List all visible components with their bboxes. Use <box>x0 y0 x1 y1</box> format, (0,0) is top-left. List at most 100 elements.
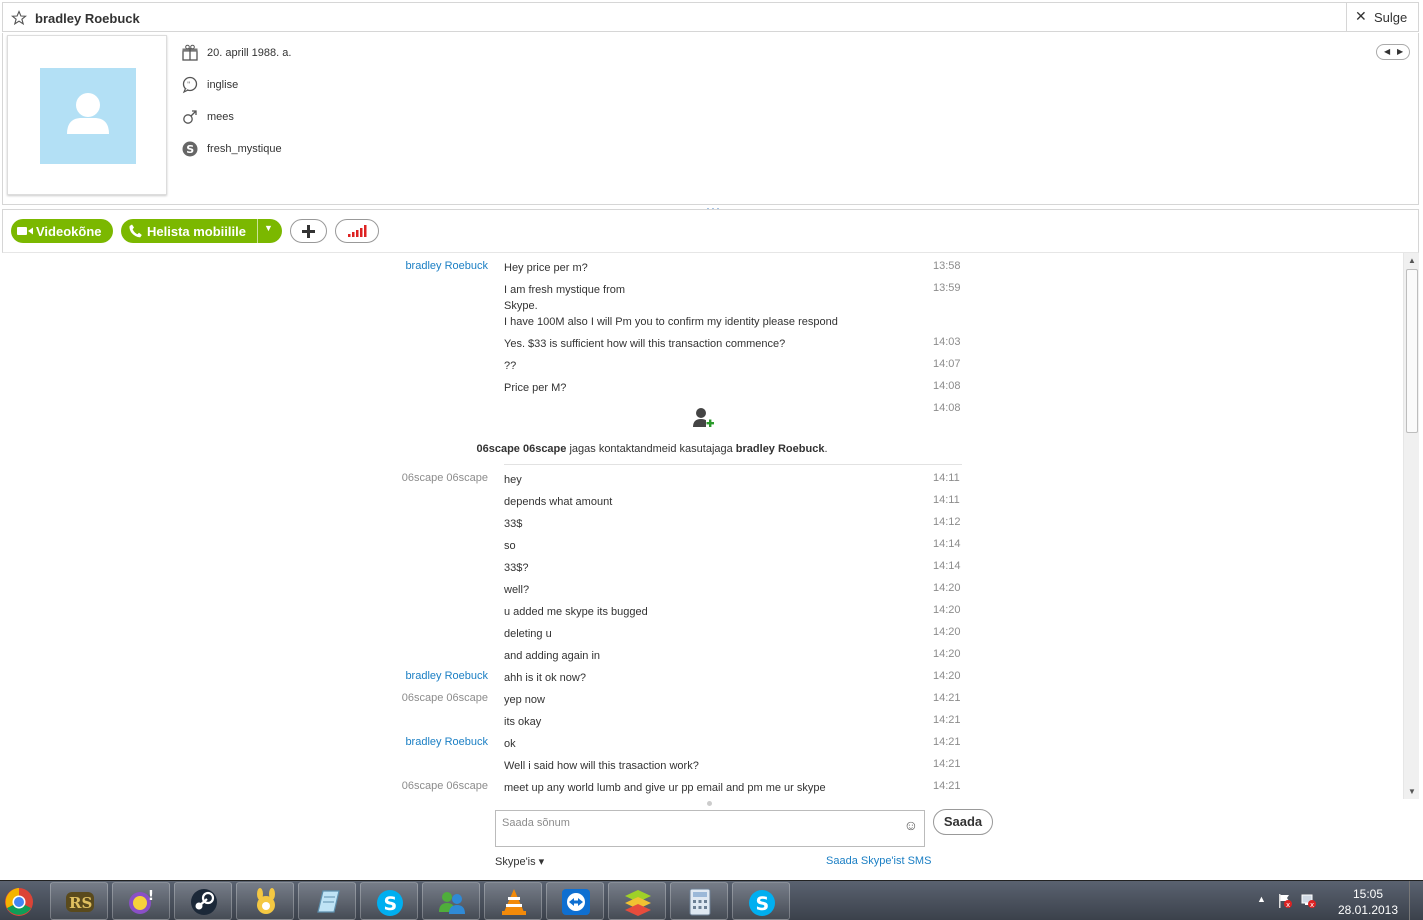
message-sender[interactable]: 06scape 06scape <box>402 692 488 704</box>
calculator-taskbar-button[interactable] <box>670 882 728 920</box>
live-messenger-icon <box>439 892 465 914</box>
chrome-taskbar-button[interactable] <box>0 882 44 920</box>
skype-active-taskbar-button[interactable]: S <box>732 882 790 920</box>
resize-dot <box>707 801 712 806</box>
message-text: depends what amount <box>504 496 613 508</box>
clock[interactable]: 15:05 28.01.2013 <box>1333 886 1403 918</box>
message-input[interactable]: Saada sõnum ☺ <box>495 810 925 847</box>
message-time: 14:21 <box>933 736 961 748</box>
message-sender[interactable]: bradley Roebuck <box>405 670 488 682</box>
add-button[interactable] <box>290 219 327 243</box>
video-call-button[interactable]: Videokõne <box>11 219 113 243</box>
message-history[interactable]: 06scape 06scape jagas kontaktandmeid kas… <box>2 253 1403 798</box>
message-text: its okay <box>504 716 542 728</box>
message-row: u added me skype its bugged 14:20 <box>2 602 1002 620</box>
action-center-flag-icon[interactable]: x <box>1277 893 1293 909</box>
message-row: and adding again in 14:20 <box>2 646 1002 664</box>
favorite-star-icon[interactable] <box>11 10 27 26</box>
skype-taskbar-button[interactable]: S <box>360 882 418 920</box>
steam-taskbar-button[interactable] <box>174 882 232 920</box>
network-icon[interactable]: x <box>1301 893 1317 909</box>
teamviewer-taskbar-button[interactable] <box>546 882 604 920</box>
message-time: 14:21 <box>933 692 961 704</box>
message-time: 14:12 <box>933 516 961 528</box>
male-symbol-icon <box>183 110 197 124</box>
message-row: Yes. $33 is sufficient how will this tra… <box>2 334 1002 352</box>
message-row: its okay 14:21 <box>2 712 1002 730</box>
conversation-header: bradley Roebuck ✕ Sulge <box>2 2 1419 32</box>
svg-text:RS: RS <box>69 894 92 912</box>
message-time: 14:21 <box>933 714 961 726</box>
phone-icon <box>129 224 142 238</box>
send-sms-link[interactable]: Saada Skype'ist SMS <box>826 855 931 867</box>
send-button[interactable]: Saada <box>933 809 993 835</box>
clock-date: 28.01.2013 <box>1337 903 1399 917</box>
message-time: 14:21 <box>933 758 961 770</box>
message-time: 14:08 <box>933 402 961 414</box>
avatar-frame <box>7 35 167 195</box>
message-time: 14:14 <box>933 538 961 550</box>
runescape-taskbar-button[interactable]: RS <box>50 882 108 920</box>
steam-icon <box>191 889 217 915</box>
call-toolbar: Videokõne Helista mobiilile ▼ <box>2 209 1419 253</box>
yahoo-messenger-icon: ! <box>129 889 154 914</box>
message-row: depends what amount 14:11 <box>2 492 1002 510</box>
skype-logo-icon: S <box>182 141 198 157</box>
video-call-label: Videokõne <box>36 224 102 239</box>
message-time: 14:03 <box>933 336 961 348</box>
gender-text: mees <box>207 111 234 123</box>
message-text: yep now <box>504 694 545 706</box>
message-placeholder: Saada sõnum <box>502 817 570 829</box>
tray-expand-arrow-icon[interactable]: ▲ <box>1257 894 1266 904</box>
call-quality-button[interactable] <box>335 219 379 243</box>
message-time: 14:11 <box>933 494 960 506</box>
message-sender[interactable]: bradley Roebuck <box>405 260 488 272</box>
yahoo-messenger-taskbar-button[interactable]: ! <box>112 882 170 920</box>
system-tray: ▲ x x 15:05 28.01.2013 <box>1253 881 1423 920</box>
chat-scrollbar[interactable]: ▲ ▼ <box>1403 253 1419 799</box>
close-button[interactable]: ✕ Sulge <box>1346 3 1418 31</box>
vlc-taskbar-button[interactable] <box>484 882 542 920</box>
profile-panel: 20. aprill 1988. a. " inglise mees S fre… <box>2 33 1419 205</box>
message-text: Yes. $33 is sufficient how will this tra… <box>504 338 786 350</box>
scroll-up-arrow-icon[interactable]: ▲ <box>1408 256 1416 265</box>
svg-text:S: S <box>756 893 770 915</box>
emoticon-icon[interactable]: ☺ <box>904 817 918 833</box>
profile-nav-buttons[interactable]: ◀ ▶ <box>1376 44 1410 60</box>
close-label: Sulge <box>1374 10 1408 25</box>
avatar <box>40 68 136 164</box>
app-taskbar-button[interactable] <box>236 882 294 920</box>
call-mobile-button[interactable]: Helista mobiilile ▼ <box>121 219 282 243</box>
message-row: 06scape 06scape yep now 14:21 <box>2 690 1002 708</box>
scrollbar-thumb[interactable] <box>1406 269 1418 433</box>
message-text: ahh is it ok now? <box>504 672 586 684</box>
message-sender[interactable]: 06scape 06scape <box>402 780 488 792</box>
message-row: 33$? 14:14 <box>2 558 1002 576</box>
svg-text:x: x <box>1286 901 1290 909</box>
call-dropdown-chevron-icon[interactable]: ▼ <box>264 223 273 233</box>
next-arrow-icon[interactable]: ▶ <box>1397 47 1403 56</box>
message-text: meet up any world lumb and give ur pp em… <box>504 782 826 794</box>
message-time: 14:21 <box>933 780 961 792</box>
notepad-taskbar-button[interactable] <box>298 882 356 920</box>
send-mode-dropdown[interactable]: Skype'is ▾ <box>495 855 544 868</box>
chrome-icon <box>5 888 33 916</box>
prev-arrow-icon[interactable]: ◀ <box>1384 47 1390 56</box>
bluestacks-icon <box>625 890 651 916</box>
bluestacks-taskbar-button[interactable] <box>608 882 666 920</box>
default-user-icon <box>67 93 109 134</box>
message-text: ?? <box>504 360 517 372</box>
message-row: 06scape 06scape hey 14:11 <box>2 470 1002 488</box>
messenger-taskbar-button[interactable] <box>422 882 480 920</box>
clock-time: 15:05 <box>1352 887 1384 901</box>
message-text: and adding again in <box>504 650 601 662</box>
language-text: inglise <box>207 79 239 91</box>
show-desktop-button[interactable] <box>1409 881 1423 920</box>
message-sender[interactable]: bradley Roebuck <box>405 736 488 748</box>
message-text: Well i said how will this trasaction wor… <box>504 760 699 772</box>
skype-name-text: fresh_mystique <box>207 143 282 155</box>
message-text: I am fresh mystique from Skype. I have 1… <box>504 284 838 328</box>
scroll-down-arrow-icon[interactable]: ▼ <box>1408 787 1416 796</box>
message-text: hey <box>504 474 522 486</box>
message-sender[interactable]: 06scape 06scape <box>402 472 488 484</box>
